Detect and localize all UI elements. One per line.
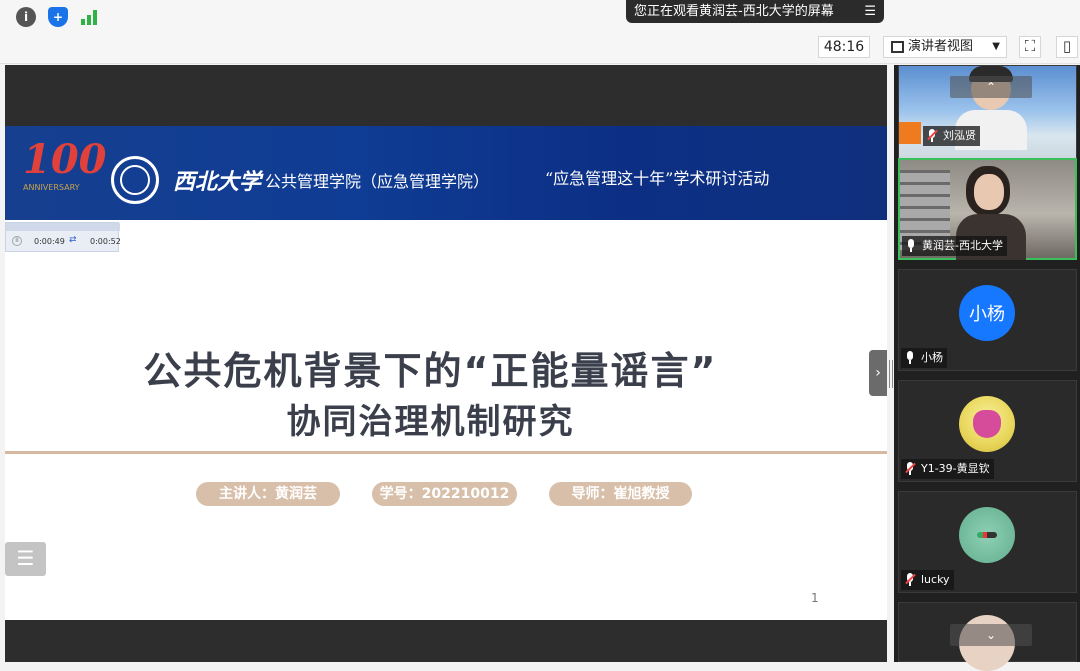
top-bar — [0, 0, 1080, 30]
sidebar-toggle-button[interactable]: ▯ — [1056, 36, 1078, 58]
fullscreen-button[interactable]: ⛶ — [1019, 36, 1041, 58]
activity-name: “应急管理这十年”学术研讨活动 — [545, 169, 770, 188]
media-player[interactable]: II 0:00:49 ⇄ 0:00:52 — [5, 222, 121, 252]
speaker-view-icon — [891, 41, 904, 53]
mic-muted-icon — [905, 573, 916, 586]
player-progress-bar[interactable] — [6, 223, 120, 231]
school-name: 公共管理学院（应急管理学院） — [265, 172, 490, 191]
participant-name-tag: 黄润芸-西北大学 — [902, 236, 1007, 256]
mic-icon — [905, 351, 915, 364]
shared-screen: 100 ANNIVERSARY 西北大学 公共管理学院（应急管理学院） “应急管… — [5, 65, 887, 662]
user-icon — [899, 122, 921, 144]
info-icon[interactable]: i — [16, 7, 36, 27]
student-id-pill: 学号：202210012 — [372, 482, 517, 506]
avatar — [959, 507, 1015, 563]
share-banner-text: 您正在观看黄润芸-西北大学的屏幕 — [634, 4, 834, 19]
chevron-right-icon[interactable]: › — [869, 350, 887, 396]
participant-tile-active[interactable]: 黄润芸-西北大学 — [898, 158, 1077, 260]
presentation-slide: 100 ANNIVERSARY 西北大学 公共管理学院（应急管理学院） “应急管… — [5, 126, 887, 620]
title-divider — [5, 451, 887, 454]
participant-tile[interactable]: Y1-39-黄显钦 — [898, 380, 1077, 482]
signal-icon[interactable] — [79, 7, 99, 27]
slide-title-line1: 公共危机背景下的“正能量谣言” — [143, 349, 718, 393]
avatar: 小杨 — [959, 285, 1015, 341]
university-seal-icon — [111, 156, 159, 204]
avatar — [959, 396, 1015, 452]
meeting-timer: 48:16 — [818, 36, 870, 58]
participant-name-tag: 刘泓贤 — [923, 126, 980, 146]
mic-muted-icon — [927, 129, 938, 142]
slide-title-line2: 协同治理机制研究 — [286, 402, 575, 442]
participant-name-tag: 小杨 — [901, 348, 947, 368]
time-elapsed: 0:00:49 — [34, 237, 65, 246]
view-mode-label: 演讲者视图 — [908, 39, 974, 54]
participant-tile[interactable]: 小杨 小杨 — [898, 269, 1077, 371]
presenter-pill: 主讲人：黄润芸 — [196, 482, 340, 506]
shield-icon[interactable]: + — [48, 7, 68, 27]
mic-muted-icon — [905, 462, 916, 475]
slide-header: 100 ANNIVERSARY 西北大学 公共管理学院（应急管理学院） “应急管… — [5, 126, 887, 220]
chevron-down-icon[interactable]: ⌄ — [950, 624, 1032, 646]
participant-name-tag: Y1-39-黄显钦 — [901, 459, 994, 479]
participant-panel: 刘泓贤 黄润芸-西北大学 小杨 小杨 Y1-39-黄显钦 lucky — [894, 65, 1080, 671]
pause-icon[interactable]: II — [12, 236, 22, 246]
outline-menu-button[interactable]: ☰ — [5, 542, 46, 576]
time-total: 0:00:52 — [90, 237, 121, 246]
university-name: 西北大学 — [173, 169, 262, 195]
repeat-icon[interactable]: ⇄ — [69, 235, 77, 245]
chevron-up-icon[interactable]: ⌃ — [950, 76, 1032, 98]
mic-icon — [906, 239, 916, 252]
advisor-pill: 导师：崔旭教授 — [549, 482, 692, 506]
slide-page-number: 1 — [811, 591, 819, 605]
view-mode-select[interactable]: 演讲者视图 ▼ — [883, 36, 1007, 58]
panel-resize-handle[interactable] — [889, 360, 893, 388]
signal-bars-icon — [81, 10, 97, 25]
anniversary-logo: 100 ANNIVERSARY — [23, 136, 107, 192]
participant-name-tag: lucky — [901, 570, 954, 590]
chevron-down-icon: ▼ — [992, 41, 1000, 52]
menu-icon[interactable]: ☰ — [864, 0, 876, 23]
participant-tile[interactable]: lucky — [898, 491, 1077, 593]
share-banner: 您正在观看黄润芸-西北大学的屏幕 ☰ — [626, 0, 884, 23]
